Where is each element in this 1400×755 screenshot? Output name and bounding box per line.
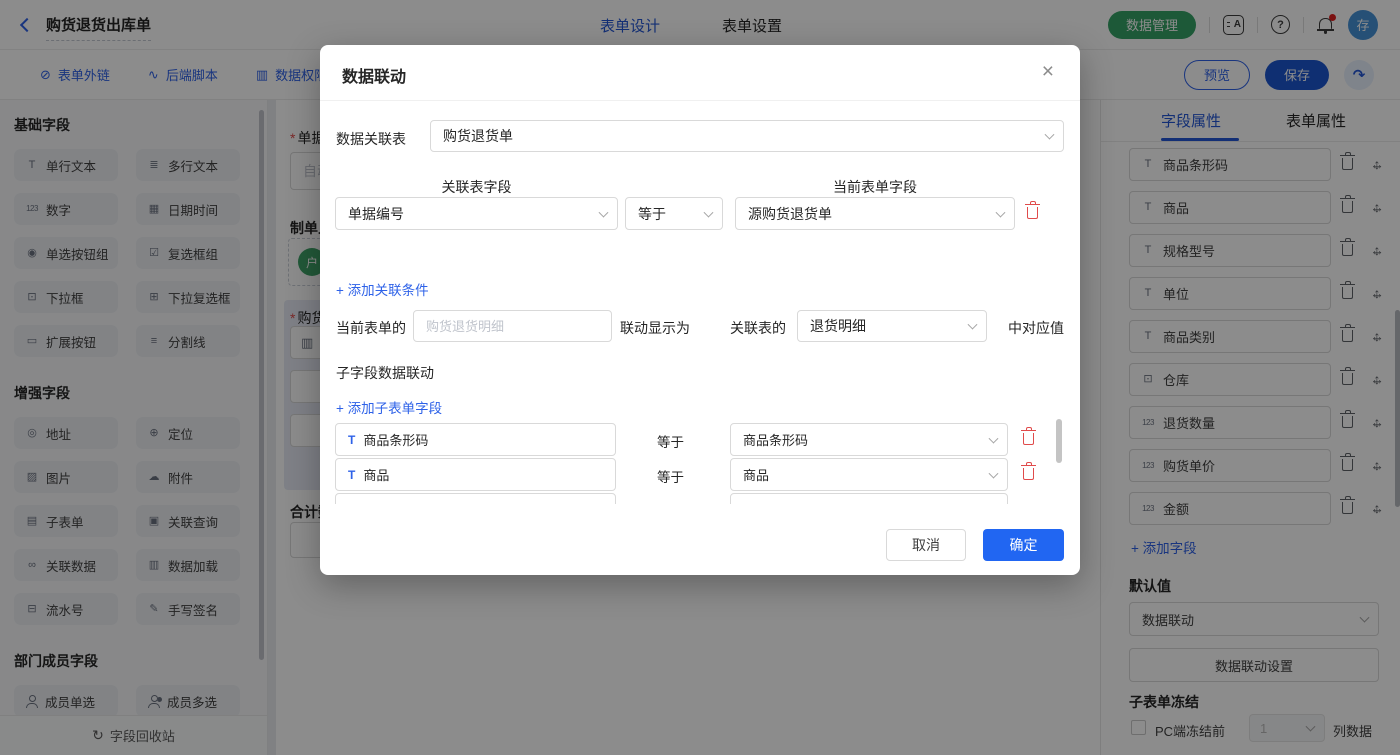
add-subfield-link[interactable]: + 添加子表单字段 (336, 397, 442, 417)
condition-field-select[interactable]: 单据编号 (335, 197, 618, 230)
delete-condition-icon[interactable] (1027, 207, 1038, 219)
corresponding-value-label: 中对应值 (1008, 318, 1064, 338)
subfield-mapping-list: T商品条形码 等于 商品条形码 T商品 等于 商品 (335, 423, 1080, 504)
confirm-button[interactable]: 确定 (983, 529, 1064, 561)
chevron-down-icon (1045, 130, 1055, 140)
chevron-down-icon (704, 207, 714, 217)
relation-table-select[interactable]: 购货退货单 (430, 120, 1064, 152)
linkage-display-label: 联动显示为 (620, 318, 690, 338)
chevron-down-icon (968, 320, 978, 330)
delete-subfield-icon[interactable] (1023, 468, 1034, 480)
current-form-field-input[interactable] (413, 310, 612, 342)
left-column-header: 关联表字段 (335, 177, 618, 197)
close-icon[interactable]: × (1042, 61, 1054, 82)
add-condition-link[interactable]: + 添加关联条件 (336, 279, 429, 299)
operator-label: 等于 (657, 431, 684, 451)
text-field-icon: T (348, 434, 355, 446)
subfield-row: T商品条形码 等于 商品条形码 (335, 423, 1080, 456)
operator-label: 等于 (657, 466, 684, 486)
condition-target-select[interactable]: 源购货退货单 (735, 197, 1015, 230)
subfield-target-select[interactable] (730, 493, 1008, 504)
subfield-linkage-heading: 子字段数据联动 (336, 363, 434, 383)
subfield-source[interactable]: T商品 (335, 458, 616, 491)
chevron-down-icon (989, 468, 999, 478)
text-field-icon: T (348, 469, 355, 481)
chevron-down-icon (996, 207, 1006, 217)
cancel-button[interactable]: 取消 (886, 529, 966, 561)
condition-operator-select[interactable]: 等于 (625, 197, 723, 230)
chevron-down-icon (599, 207, 609, 217)
right-column-header: 当前表单字段 (735, 177, 1015, 197)
subfield-row: T商品 等于 商品 (335, 458, 1080, 491)
relation-table-label: 数据关联表 (336, 129, 406, 149)
subfield-source[interactable]: T商品条形码 (335, 423, 616, 456)
modal-title: 数据联动 (342, 63, 406, 87)
delete-subfield-icon[interactable] (1023, 433, 1034, 445)
subfield-target-select[interactable]: 商品 (730, 458, 1008, 491)
subfield-source[interactable] (335, 493, 616, 504)
subfield-target-select[interactable]: 商品条形码 (730, 423, 1008, 456)
subfield-row (335, 493, 1080, 504)
modal-header-divider (320, 100, 1080, 101)
subfield-list-scrollbar[interactable] (1056, 419, 1062, 463)
related-table-label: 关联表的 (730, 318, 786, 338)
chevron-down-icon (989, 433, 999, 443)
related-subform-select[interactable]: 退货明细 (797, 310, 987, 342)
data-linkage-modal: 数据联动 × 数据关联表 购货退货单 关联表字段 当前表单字段 单据编号 等于 … (320, 45, 1080, 575)
current-form-label: 当前表单的 (336, 318, 406, 338)
